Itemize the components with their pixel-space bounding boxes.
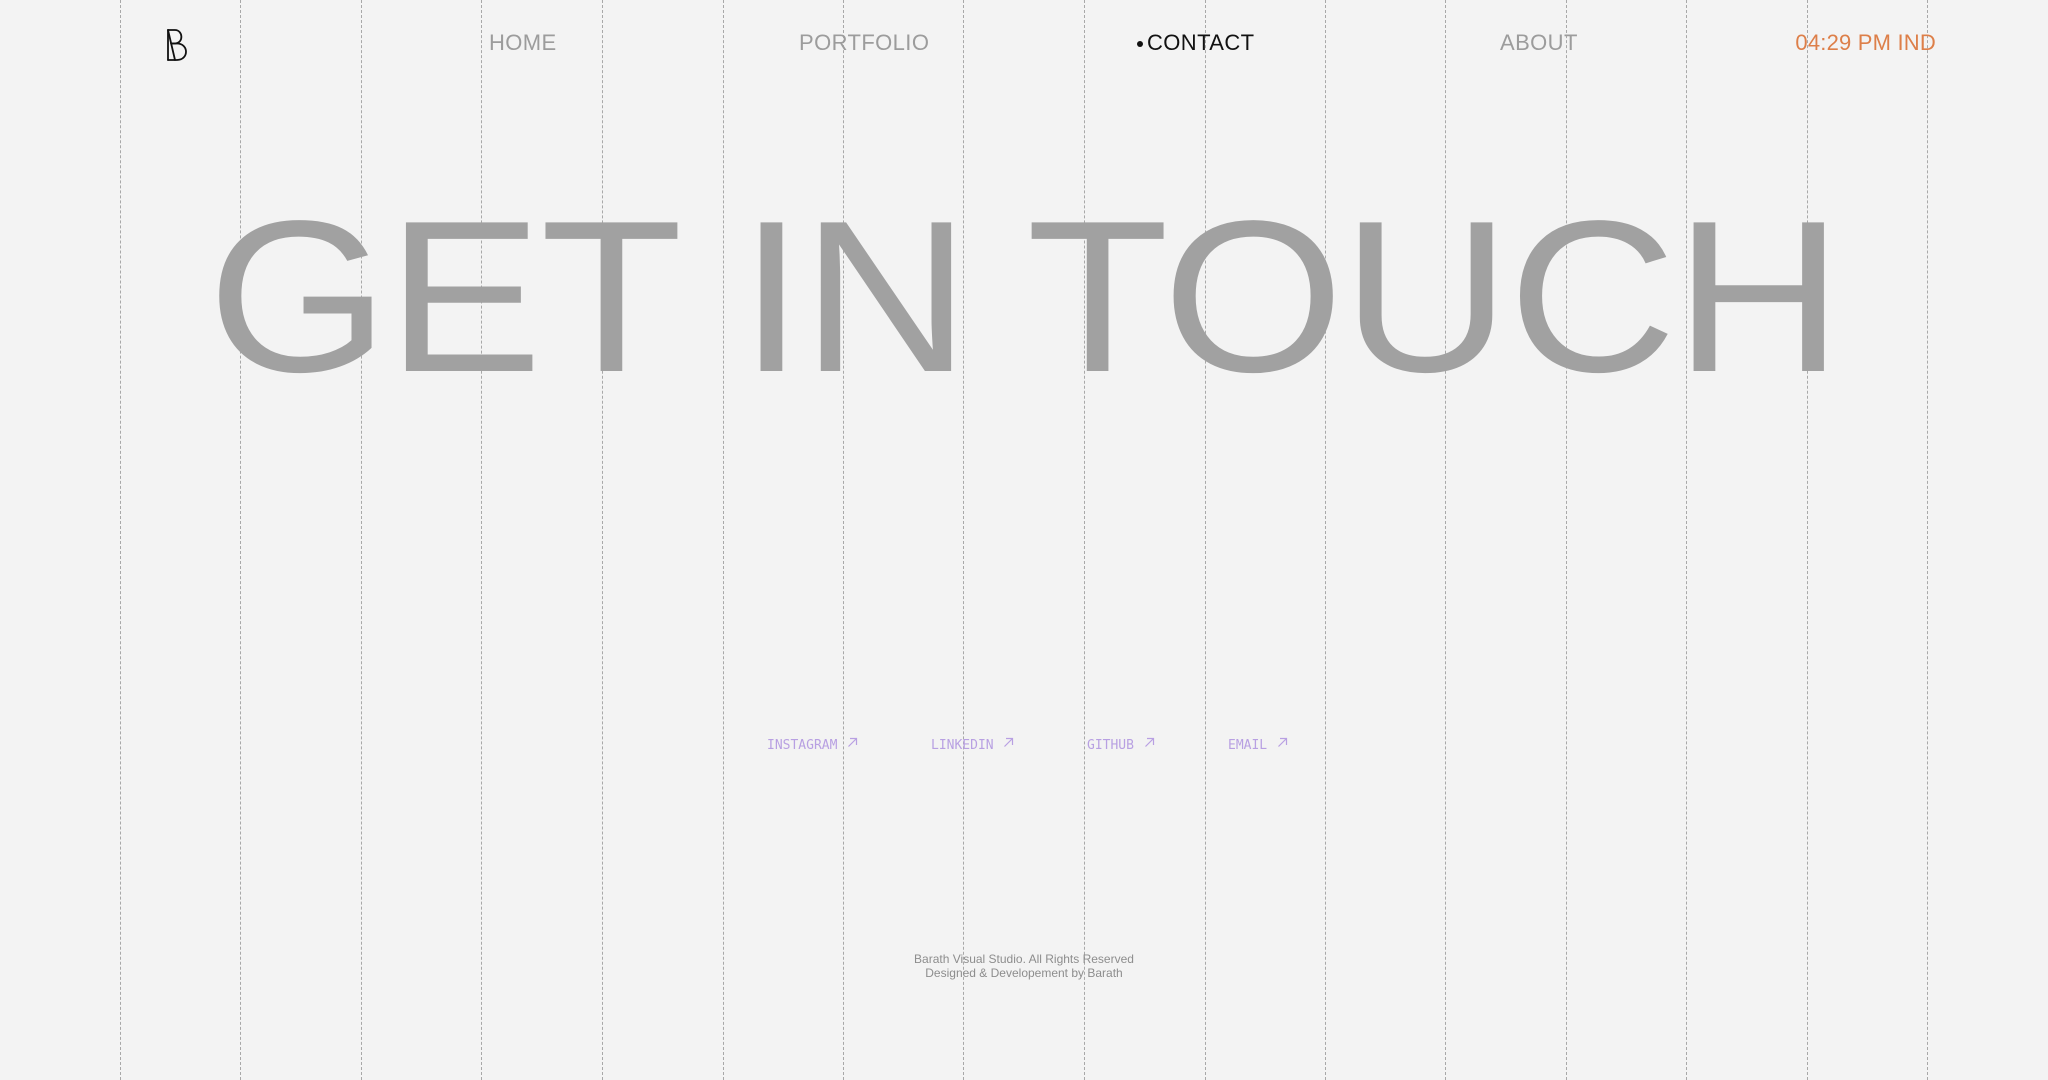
grid-line — [1445, 0, 1446, 1080]
nav-home-link[interactable]: HOME — [489, 30, 557, 56]
arrow-up-right-icon — [1278, 737, 1288, 747]
linkedin-label: LINKEDIN — [931, 738, 994, 753]
social-links: INSTAGRAM LINKEDIN GITHUB EMAIL — [0, 737, 2048, 757]
active-indicator-dot — [1137, 41, 1143, 47]
footer-credit: Designed & Developement by Barath — [925, 966, 1123, 980]
footer-copyright: Barath Visual Studio. All Rights Reserve… — [914, 952, 1134, 966]
nav-contact-label: CONTACT — [1147, 30, 1255, 55]
background-grid — [0, 0, 2048, 1080]
grid-line — [843, 0, 844, 1080]
github-link[interactable]: GITHUB — [1087, 737, 1155, 754]
linkedin-link[interactable]: LINKEDIN — [931, 737, 1014, 754]
arrow-up-right-icon — [1004, 737, 1014, 747]
footer: Barath Visual Studio. All Rights Reserve… — [0, 952, 2048, 980]
top-nav: HOME PORTFOLIO CONTACT ABOUT 04:29 PM IN… — [0, 0, 2048, 86]
grid-line — [963, 0, 964, 1080]
grid-line — [240, 0, 241, 1080]
grid-line — [1927, 0, 1928, 1080]
hero-section: GET IN TOUCH — [0, 188, 2048, 404]
hero-title: GET IN TOUCH — [207, 175, 1842, 417]
grid-line — [602, 0, 603, 1080]
instagram-link[interactable]: INSTAGRAM — [767, 737, 858, 754]
grid-line — [1566, 0, 1567, 1080]
instagram-label: INSTAGRAM — [767, 738, 838, 753]
local-time-clock: 04:29 PM IND — [1795, 30, 1936, 55]
email-label: EMAIL — [1228, 738, 1268, 753]
grid-line — [1325, 0, 1326, 1080]
grid-line — [481, 0, 482, 1080]
grid-line — [723, 0, 724, 1080]
github-label: GITHUB — [1087, 738, 1134, 753]
grid-line — [361, 0, 362, 1080]
nav-contact-link[interactable]: CONTACT — [1137, 30, 1255, 56]
grid-line — [1084, 0, 1085, 1080]
grid-line — [1205, 0, 1206, 1080]
nav-portfolio-link[interactable]: PORTFOLIO — [799, 30, 929, 56]
arrow-up-right-icon — [848, 737, 858, 747]
grid-line — [1686, 0, 1687, 1080]
logo-monogram-icon[interactable] — [165, 28, 191, 62]
grid-line — [120, 0, 121, 1080]
nav-about-link[interactable]: ABOUT — [1500, 30, 1578, 56]
grid-line — [1807, 0, 1808, 1080]
email-link[interactable]: EMAIL — [1228, 737, 1288, 754]
arrow-up-right-icon — [1144, 737, 1154, 747]
